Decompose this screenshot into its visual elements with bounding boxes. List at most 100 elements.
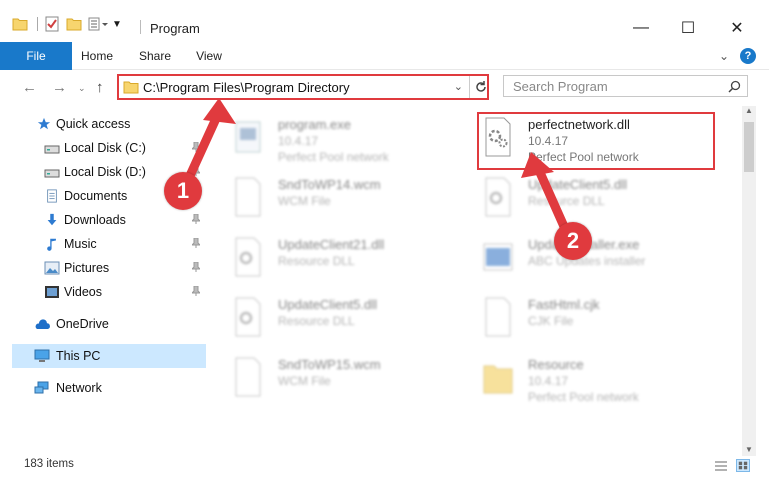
file-name: SndToWP14.wcm bbox=[278, 177, 381, 192]
sidebar-item-label: Music bbox=[64, 237, 97, 251]
help-icon[interactable]: ? bbox=[740, 48, 756, 64]
dropdown-arrow-icon[interactable]: ▼ bbox=[112, 19, 122, 30]
sidebar-item-label: Pictures bbox=[64, 261, 110, 275]
title-bar: ▼ Program — ☐ ✕ bbox=[0, 0, 769, 42]
window-title: Program bbox=[150, 21, 200, 36]
file-type: ABC Updates installer bbox=[528, 254, 646, 268]
recent-locations-icon[interactable]: ⌄ bbox=[78, 83, 86, 94]
videos-icon bbox=[45, 286, 59, 298]
sidebar-item-pictures[interactable]: Pictures bbox=[12, 256, 206, 280]
tab-file[interactable]: File bbox=[0, 42, 72, 70]
network-icon bbox=[34, 381, 49, 394]
sidebar-item-label: Local Disk (D:) bbox=[64, 165, 146, 179]
properties-icon[interactable] bbox=[44, 16, 60, 32]
refresh-icon bbox=[475, 81, 486, 92]
address-dropdown-icon[interactable]: ⌄ bbox=[454, 80, 463, 93]
sidebar-item-label: Local Disk (C:) bbox=[64, 141, 146, 155]
pin-icon bbox=[192, 214, 200, 224]
navigation-pane: Quick access Local Disk (C:) Local Disk … bbox=[12, 106, 206, 456]
sidebar-item-network[interactable]: Network bbox=[12, 376, 206, 400]
file-type: Resource DLL bbox=[278, 254, 355, 268]
sidebar-item-videos[interactable]: Videos bbox=[12, 280, 206, 304]
annotation-marker-2: 2 bbox=[554, 222, 592, 260]
vertical-scrollbar[interactable]: ▲ ▼ bbox=[742, 106, 756, 456]
exe-file-icon bbox=[235, 121, 261, 153]
up-arrow-icon[interactable]: ↑ bbox=[96, 79, 104, 96]
file-name: SndToWP15.wcm bbox=[278, 357, 381, 372]
star-icon bbox=[37, 117, 51, 130]
folder-icon[interactable] bbox=[12, 17, 28, 31]
pin-icon bbox=[192, 142, 200, 152]
highlight-box bbox=[477, 112, 715, 170]
music-icon bbox=[47, 238, 56, 251]
address-bar[interactable]: C:\Program Files\Program Directory ⌄ bbox=[117, 74, 489, 100]
installer-file-icon bbox=[483, 243, 513, 271]
onedrive-icon bbox=[35, 319, 50, 329]
dll-file-icon bbox=[485, 177, 511, 217]
scroll-up-icon[interactable]: ▲ bbox=[745, 106, 753, 115]
file-item[interactable]: program.exe 10.4.17 Perfect Pool network bbox=[218, 110, 458, 168]
file-type: Resource DLL bbox=[528, 194, 605, 208]
status-bar: 183 items bbox=[0, 456, 769, 484]
sidebar-item-label: OneDrive bbox=[56, 317, 109, 331]
file-type: Resource DLL bbox=[278, 314, 355, 328]
file-name: UpdateClient21.dll bbox=[278, 237, 385, 252]
file-item[interactable]: SndToWP14.wcm WCM File bbox=[218, 170, 458, 228]
search-icon bbox=[728, 80, 741, 93]
sidebar-item-onedrive[interactable]: OneDrive bbox=[12, 312, 206, 336]
file-item[interactable]: UpdateClient5.dll Resource DLL bbox=[468, 170, 708, 228]
sidebar-item-label: This PC bbox=[56, 349, 101, 363]
ribbon-expand-icon[interactable]: ⌄ bbox=[716, 42, 732, 70]
drive-icon bbox=[44, 145, 60, 154]
new-folder-icon[interactable] bbox=[66, 17, 82, 31]
sidebar-item-quick-access[interactable]: Quick access bbox=[12, 112, 206, 136]
file-item[interactable]: UpdateClient5.dll Resource DLL bbox=[218, 290, 458, 348]
tab-home[interactable]: Home bbox=[72, 42, 122, 70]
tab-view[interactable]: View bbox=[186, 42, 232, 70]
file-item[interactable]: SndToWP15.wcm WCM File bbox=[218, 350, 458, 408]
file-type: CJK File bbox=[528, 314, 574, 328]
minimize-button[interactable]: — bbox=[626, 18, 656, 38]
sidebar-item-label: Network bbox=[56, 381, 102, 395]
file-type: WCM File bbox=[278, 374, 331, 388]
customize-toolbar-icon[interactable] bbox=[88, 17, 110, 31]
file-type: WCM File bbox=[278, 194, 331, 208]
details-view-icon[interactable] bbox=[714, 460, 728, 472]
back-arrow-icon[interactable]: ← bbox=[22, 79, 37, 96]
scrollbar-thumb[interactable] bbox=[744, 122, 754, 172]
sidebar-item-music[interactable]: Music bbox=[12, 232, 206, 256]
file-name: FastHtml.cjk bbox=[528, 297, 600, 312]
dll-file-icon bbox=[235, 297, 261, 337]
search-input[interactable]: Search Program bbox=[503, 75, 748, 97]
sidebar-item-label: Documents bbox=[64, 189, 128, 203]
file-name: UpdateClient5.dll bbox=[528, 177, 628, 192]
close-button[interactable]: ✕ bbox=[722, 18, 752, 38]
blank-file-icon bbox=[235, 177, 261, 217]
file-name: program.exe bbox=[278, 117, 351, 132]
scroll-down-icon[interactable]: ▼ bbox=[745, 445, 753, 454]
search-placeholder: Search Program bbox=[513, 79, 608, 94]
tiles-view-icon[interactable] bbox=[736, 459, 750, 472]
pin-icon bbox=[192, 262, 200, 272]
drive-icon bbox=[44, 169, 60, 178]
refresh-button[interactable] bbox=[469, 76, 491, 98]
sidebar-item-label: Videos bbox=[64, 285, 102, 299]
file-item[interactable]: FastHtml.cjk CJK File bbox=[468, 290, 708, 348]
sidebar-item-local-disk-c[interactable]: Local Disk (C:) bbox=[12, 136, 206, 160]
file-version: 10.4.17 bbox=[528, 374, 569, 388]
file-item[interactable]: Resource 10.4.17 Perfect Pool network bbox=[468, 350, 708, 408]
file-description: Perfect Pool network bbox=[528, 390, 639, 404]
ribbon: File Home Share View ⌄ ? bbox=[0, 42, 769, 70]
sidebar-item-this-pc[interactable]: This PC bbox=[12, 344, 206, 368]
address-path: C:\Program Files\Program Directory bbox=[143, 80, 350, 95]
forward-arrow-icon[interactable]: → bbox=[52, 79, 67, 96]
blank-file-icon bbox=[485, 297, 511, 337]
folder-icon bbox=[123, 81, 139, 94]
sidebar-item-downloads[interactable]: Downloads bbox=[12, 208, 206, 232]
item-count: 183 items bbox=[24, 458, 74, 470]
downloads-icon bbox=[47, 213, 57, 226]
maximize-button[interactable]: ☐ bbox=[673, 18, 703, 38]
file-item[interactable]: UpdateClient21.dll Resource DLL bbox=[218, 230, 458, 288]
tab-share[interactable]: Share bbox=[130, 42, 180, 70]
annotation-marker-1: 1 bbox=[164, 172, 202, 210]
